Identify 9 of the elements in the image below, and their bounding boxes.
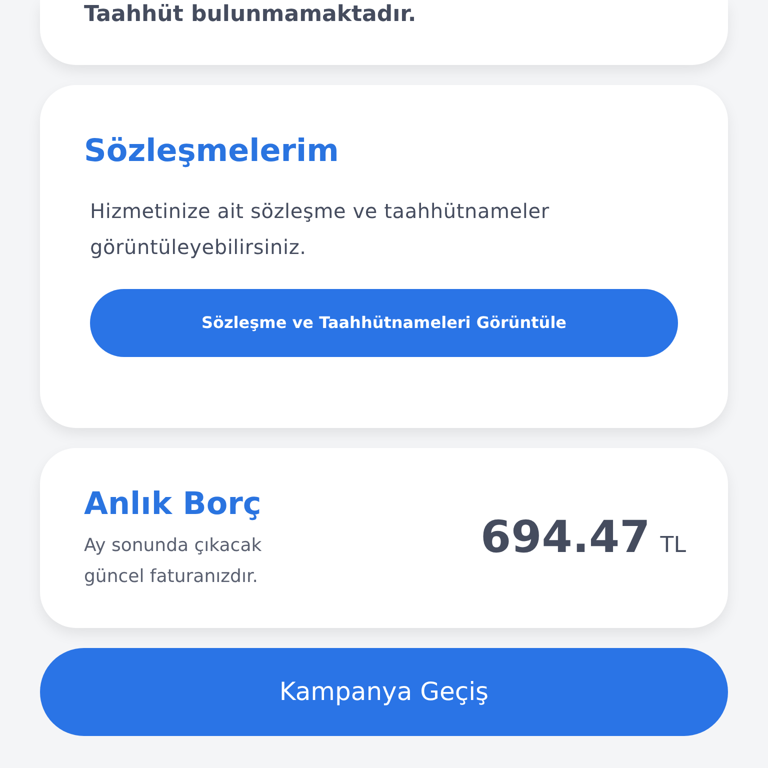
- commitment-message: Taahhüt bulunmamaktadır.: [84, 4, 418, 26]
- debt-amount: 694.47: [480, 511, 650, 565]
- view-contracts-button[interactable]: Sözleşme ve Taahhütnameleri Görüntüle: [90, 289, 678, 357]
- debt-title: Anlık Borç: [84, 485, 262, 524]
- debt-description: Ay sonunda çıkacak güncel faturanızdır.: [84, 534, 263, 589]
- contracts-description: Hizmetinize ait sözleşme ve taahhütnameler görüntüleyebilirsiniz.: [90, 198, 550, 261]
- currency-label: TL: [660, 532, 686, 560]
- campaign-button[interactable]: Kampanya Geçiş: [40, 648, 728, 736]
- contracts-title: Sözleşmelerim: [84, 132, 340, 171]
